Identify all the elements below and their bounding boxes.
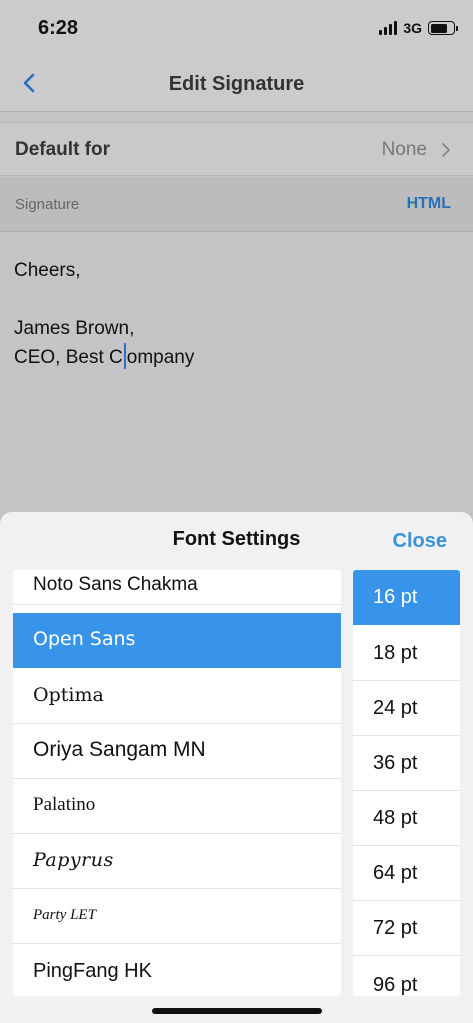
size-option[interactable]: 18 pt (353, 626, 460, 681)
font-option[interactable]: Noto Sans Chakma (13, 570, 341, 605)
size-option-label: 96 pt (373, 974, 418, 996)
size-option-label: 18 pt (373, 642, 418, 664)
size-option-label: 24 pt (373, 697, 418, 719)
signature-editor[interactable]: Cheers, James Brown, CEO, Best Company (0, 233, 473, 513)
font-size-picker[interactable]: 16 pt 18 pt 24 pt 36 pt 48 pt 64 pt 72 p… (353, 570, 460, 996)
font-option[interactable]: Oriya Sangam MN (13, 724, 341, 779)
default-for-row[interactable]: Default for None (0, 122, 473, 176)
size-option[interactable]: 24 pt (353, 681, 460, 736)
font-option-label: Oriya Sangam MN (33, 738, 206, 761)
html-toggle-button[interactable]: HTML (407, 195, 451, 213)
font-option[interactable]: Optima (13, 669, 341, 724)
default-for-value: None (381, 139, 427, 160)
size-option[interactable]: 96 pt (353, 956, 460, 996)
signature-text-after-caret: ompany (126, 347, 195, 368)
signature-section-label: Signature (15, 196, 80, 213)
size-option-label: 36 pt (373, 752, 418, 774)
signature-line: Cheers, (14, 260, 81, 281)
font-option[interactable]: Papyrus (13, 834, 341, 889)
signature-line: CEO, Best Company (14, 343, 459, 372)
signature-line: James Brown, (14, 318, 135, 339)
chevron-right-icon (442, 143, 450, 157)
size-option-label: 64 pt (373, 862, 418, 884)
size-option-label: 48 pt (373, 807, 418, 829)
close-button[interactable]: Close (393, 530, 447, 553)
signature-text-before-caret: CEO, Best C (14, 347, 123, 368)
size-option[interactable]: 36 pt (353, 736, 460, 791)
font-option[interactable]: Party LET (13, 889, 341, 944)
font-option[interactable]: PingFang HK (13, 944, 341, 996)
font-option-label: Optima (33, 684, 104, 706)
font-option-label: Party LET (33, 907, 96, 923)
font-settings-sheet: Font Settings Close Noto Sans Chakma Ope… (0, 512, 473, 1023)
nav-bar: Edit Signature (0, 56, 473, 112)
size-option-label: 72 pt (373, 917, 418, 939)
size-option[interactable]: 72 pt (353, 901, 460, 956)
size-option-label: 16 pt (373, 586, 418, 608)
font-option[interactable]: Palatino (13, 779, 341, 834)
network-type: 3G (403, 20, 422, 36)
font-option-label: Open Sans (33, 628, 136, 650)
status-indicators: 3G (379, 20, 458, 36)
battery-icon (428, 21, 458, 35)
size-option-selected[interactable]: 16 pt (353, 570, 460, 625)
status-bar: 6:28 3G (0, 0, 473, 56)
home-indicator[interactable] (152, 1008, 322, 1014)
font-family-picker[interactable]: Noto Sans Chakma Open Sans Optima Oriya … (13, 570, 341, 996)
font-option-label: Noto Sans Chakma (33, 574, 198, 595)
page-title: Edit Signature (168, 73, 305, 95)
default-for-label: Default for (15, 139, 110, 160)
font-option-selected[interactable]: Open Sans (13, 613, 341, 668)
status-time: 6:28 (38, 17, 79, 39)
font-option-label: Papyrus (33, 849, 114, 871)
size-option[interactable]: 48 pt (353, 791, 460, 846)
font-option-label: Palatino (33, 794, 96, 815)
size-option[interactable]: 64 pt (353, 846, 460, 901)
signature-line (14, 285, 459, 314)
signature-section-header: Signature HTML (0, 177, 473, 232)
font-option-label: PingFang HK (33, 960, 152, 982)
text-caret (123, 343, 126, 369)
signal-icon (379, 21, 398, 35)
